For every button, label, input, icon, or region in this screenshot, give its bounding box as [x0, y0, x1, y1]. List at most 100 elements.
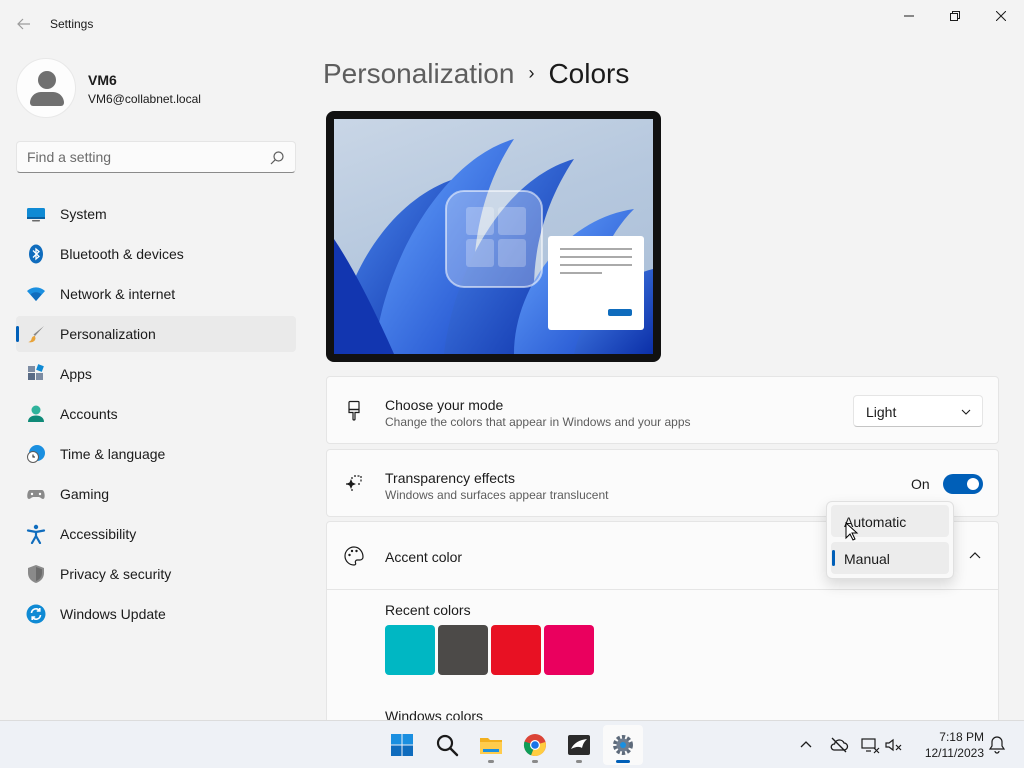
taskbar-search-button[interactable]	[427, 725, 467, 765]
settings-icon	[613, 735, 633, 755]
preview-wallpaper	[334, 119, 653, 354]
apps-icon	[28, 364, 44, 380]
chrome-icon	[523, 734, 546, 757]
close-button[interactable]	[978, 0, 1024, 32]
sidebar-item-label: Gaming	[60, 486, 110, 502]
sidebar-item-system[interactable]: System	[16, 196, 296, 232]
sidebar-item-bluetooth[interactable]: Bluetooth & devices	[16, 236, 296, 272]
taskbar-chrome[interactable]	[515, 725, 555, 765]
back-arrow-icon[interactable]	[10, 10, 38, 38]
chevron-up-icon[interactable]	[796, 735, 816, 755]
sidebar-item-label: Bluetooth & devices	[60, 246, 184, 262]
transparency-subtitle: Windows and surfaces appear translucent	[385, 488, 609, 502]
accent-option-label: Manual	[844, 551, 890, 567]
transparency-icon	[346, 475, 362, 491]
taskbar: 7:18 PM 12/11/2023	[0, 720, 1024, 768]
system-icon	[27, 208, 45, 222]
search-box[interactable]	[16, 141, 296, 173]
mode-setting-card: Choose your mode Change the colors that …	[326, 376, 999, 444]
user-email: VM6@collabnet.local	[88, 92, 201, 106]
sidebar-item-windows-update[interactable]: Windows Update	[16, 596, 296, 632]
minimize-icon	[904, 15, 914, 17]
recent-colors-label: Recent colors	[385, 602, 471, 618]
sidebar-nav: System Bluetooth & devices Network & int…	[16, 196, 296, 636]
time-language-icon	[27, 445, 45, 463]
mode-dropdown[interactable]: Light	[853, 395, 983, 427]
accent-option-manual[interactable]: Manual	[831, 542, 949, 574]
theme-preview	[326, 111, 661, 362]
sidebar-item-label: Privacy & security	[60, 566, 172, 582]
color-swatch[interactable]	[438, 625, 488, 675]
notification-bell-icon[interactable]	[987, 735, 1007, 755]
sidebar-item-label: Windows Update	[60, 606, 166, 622]
start-icon	[391, 734, 413, 756]
sidebar-item-personalization[interactable]: Personalization	[16, 316, 296, 352]
palette-icon	[344, 546, 364, 566]
taskbar-app[interactable]	[559, 725, 599, 765]
color-swatch[interactable]	[544, 625, 594, 675]
transparency-title: Transparency effects	[385, 470, 515, 486]
paintbrush-icon	[348, 400, 360, 421]
sidebar-item-label: Network & internet	[60, 286, 176, 302]
sidebar-item-accounts[interactable]: Accounts	[16, 396, 296, 432]
clock-time: 7:18 PM	[939, 730, 984, 744]
taskbar-settings[interactable]	[603, 725, 643, 765]
accessibility-icon	[26, 524, 46, 544]
user-name: VM6	[88, 72, 117, 88]
sidebar-item-network[interactable]: Network & internet	[16, 276, 296, 312]
sidebar-item-label: Accounts	[60, 406, 118, 422]
chevron-down-icon	[961, 409, 971, 415]
search-icon	[436, 734, 459, 757]
app-icon	[568, 735, 590, 755]
network-icon[interactable]	[860, 735, 880, 755]
sidebar-item-gaming[interactable]: Gaming	[16, 476, 296, 512]
sidebar-item-label: Accessibility	[60, 526, 137, 542]
search-icon[interactable]	[269, 150, 285, 166]
volume-icon[interactable]	[884, 735, 904, 755]
close-icon	[996, 11, 1006, 21]
onedrive-offline-icon[interactable]	[829, 735, 849, 755]
avatar	[16, 58, 76, 118]
breadcrumb-parent[interactable]: Personalization	[323, 58, 514, 89]
minimize-button[interactable]	[886, 0, 932, 32]
start-button[interactable]	[382, 725, 422, 765]
mouse-cursor-icon	[845, 522, 859, 541]
bluetooth-icon	[29, 244, 43, 264]
search-input[interactable]	[27, 148, 257, 166]
chevron-up-icon[interactable]	[967, 548, 983, 564]
clock-date: 12/11/2023	[924, 746, 984, 760]
mode-subtitle: Change the colors that appear in Windows…	[385, 415, 691, 429]
app-title: Settings	[50, 17, 94, 31]
sidebar-item-label: Time & language	[60, 446, 166, 462]
sidebar-item-apps[interactable]: Apps	[16, 356, 296, 392]
color-swatch[interactable]	[491, 625, 541, 675]
privacy-shield-icon	[28, 565, 44, 583]
personalization-icon	[28, 326, 44, 343]
title-bar: Settings	[0, 0, 1024, 48]
taskbar-clock[interactable]: 7:18 PM 12/11/2023	[914, 729, 984, 761]
chevron-right-icon: ›	[528, 63, 535, 83]
recent-colors-list	[385, 625, 594, 675]
mode-title: Choose your mode	[385, 397, 504, 413]
accounts-icon	[28, 405, 44, 422]
maximize-icon	[950, 11, 960, 21]
sidebar-item-label: System	[60, 206, 107, 222]
file-explorer-icon	[480, 738, 502, 754]
maximize-button[interactable]	[932, 0, 978, 32]
color-swatch[interactable]	[385, 625, 435, 675]
user-profile[interactable]: VM6 VM6@collabnet.local	[16, 58, 296, 120]
sidebar-item-accessibility[interactable]: Accessibility	[16, 516, 296, 552]
page-title: Colors	[548, 58, 630, 89]
transparency-state-label: On	[911, 476, 930, 492]
sidebar-item-privacy[interactable]: Privacy & security	[16, 556, 296, 592]
sidebar-item-label: Personalization	[60, 326, 156, 342]
windows-update-icon	[26, 604, 46, 624]
taskbar-file-explorer[interactable]	[471, 725, 511, 765]
gaming-icon	[27, 490, 45, 499]
sidebar-item-label: Apps	[60, 366, 92, 382]
breadcrumb: Personalization › Colors	[323, 58, 629, 94]
mode-dropdown-value: Light	[866, 404, 897, 420]
accent-title: Accent color	[385, 549, 463, 565]
transparency-toggle[interactable]	[943, 474, 983, 494]
sidebar-item-time-language[interactable]: Time & language	[16, 436, 296, 472]
